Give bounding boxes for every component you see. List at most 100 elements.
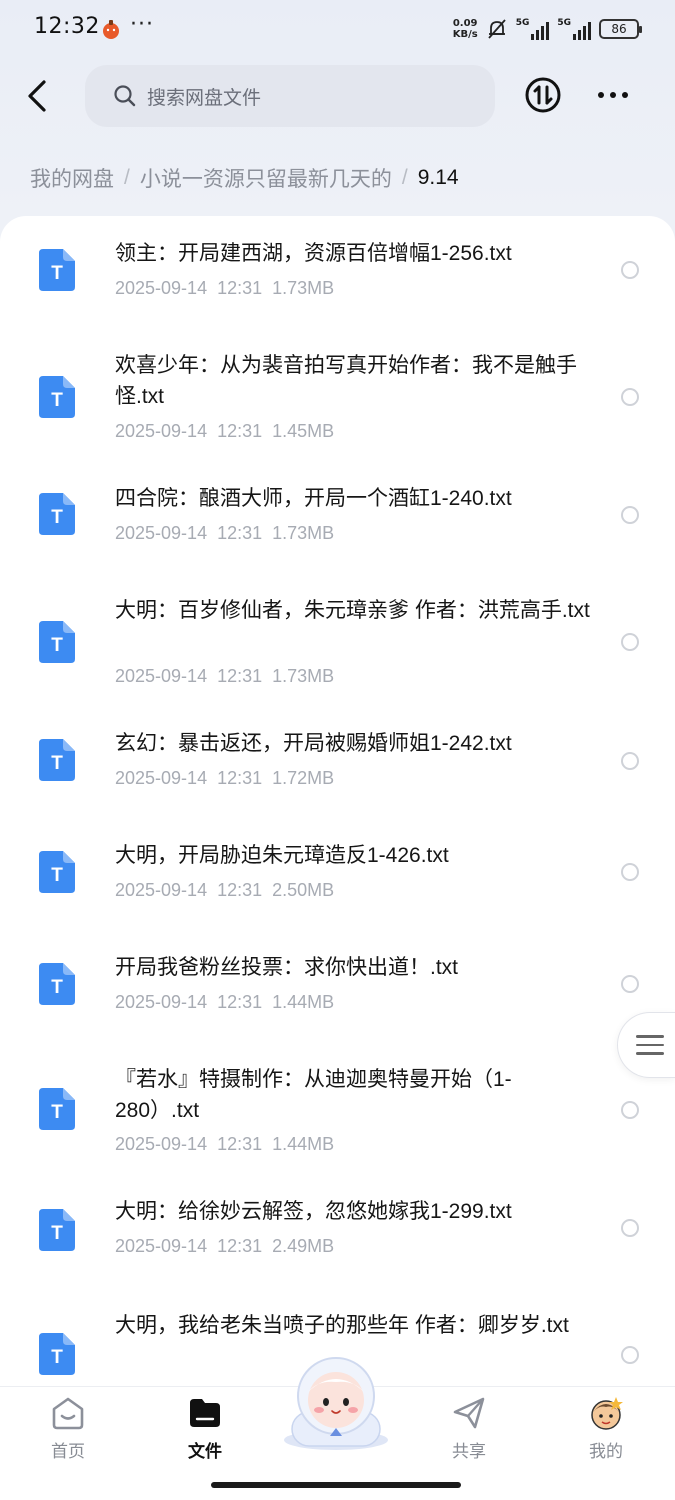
file-meta: 2025-09-14 12:31 2.49MB <box>115 1236 335 1256</box>
battery-indicator: 86 <box>599 19 642 39</box>
file-meta: 2025-09-14 12:31 1.73MB <box>115 666 335 686</box>
breadcrumb-separator: / <box>401 166 408 189</box>
paper-plane-icon <box>453 1397 485 1429</box>
file-name: 『若水』特摄制作：从迪迦奥特曼开始（1-280）.txt <box>115 1068 512 1122</box>
txt-file-icon: T <box>39 249 75 291</box>
nav-home-label: 首页 <box>51 1442 85 1461</box>
file-name: 欢喜少年：从为裴音拍写真开始作者：我不是触手怪.txt <box>115 354 577 408</box>
menu-line-icon <box>636 1043 664 1047</box>
ai-mascot-button[interactable] <box>274 1352 398 1452</box>
select-checkbox[interactable] <box>621 388 639 406</box>
status-time: 12:32 <box>34 14 100 39</box>
txt-file-icon: T <box>39 376 75 418</box>
back-arrow-icon[interactable] <box>20 76 56 116</box>
menu-line-icon <box>636 1052 664 1055</box>
side-menu-handle[interactable] <box>617 1012 675 1078</box>
file-row[interactable]: T 玄幻：暴击返还，开局被赐婚师姐1-242.txt 2025-09-14 12… <box>0 696 675 806</box>
search-input[interactable]: 搜索网盘文件 <box>85 65 495 127</box>
app-notification-icon <box>103 20 119 39</box>
svg-text:T: T <box>51 263 63 284</box>
svg-text:T: T <box>51 507 63 528</box>
svg-text:T: T <box>51 753 63 774</box>
file-meta: 2025-09-14 12:31 1.44MB <box>115 1134 335 1154</box>
select-checkbox[interactable] <box>621 975 639 993</box>
file-name: 四合院：酿酒大师，开局一个酒缸1-240.txt <box>115 487 512 510</box>
file-name: 大明：百岁修仙者，朱元璋亲爹 作者：洪荒高手.txt <box>115 599 590 622</box>
breadcrumb-root[interactable]: 我的网盘 <box>30 163 114 193</box>
nav-files[interactable]: 文件 <box>155 1387 255 1477</box>
transfer-list-icon[interactable] <box>524 76 562 114</box>
file-meta: 2025-09-14 12:31 1.45MB <box>115 421 335 441</box>
select-checkbox[interactable] <box>621 1101 639 1119</box>
nav-share[interactable]: 共享 <box>419 1387 519 1477</box>
menu-line-icon <box>636 1035 664 1038</box>
svg-text:T: T <box>51 635 63 656</box>
file-name: 大明，我给老朱当喷子的那些年 作者：卿岁岁.txt <box>115 1314 569 1337</box>
select-checkbox[interactable] <box>621 261 639 279</box>
file-meta: 2025-09-14 12:31 1.73MB <box>115 523 335 543</box>
search-icon <box>114 85 136 107</box>
status-right-group: 0.09 KB/s 5G 5G 86 <box>452 14 642 44</box>
home-smile-icon <box>52 1397 84 1430</box>
file-list: T 领主：开局建西湖，资源百倍增幅1-256.txt 2025-09-14 12… <box>0 216 675 1396</box>
signal-2-icon: 5G <box>557 18 591 40</box>
svg-text:T: T <box>51 1347 63 1368</box>
avatar-icon <box>591 1397 623 1430</box>
breadcrumb-separator: / <box>124 166 130 189</box>
folder-icon <box>190 1399 220 1427</box>
file-name: 开局我爸粉丝投票：求你快出道！.txt <box>115 956 459 979</box>
file-name: 大明，开局胁迫朱元璋造反1-426.txt <box>115 844 449 867</box>
file-row[interactable]: T 大明：给徐妙云解签，忽悠她嫁我1-299.txt 2025-09-14 12… <box>0 1166 675 1278</box>
nav-mine[interactable]: 我的 <box>556 1387 656 1477</box>
signal-1-icon: 5G <box>516 18 550 40</box>
breadcrumb-parent[interactable]: 小说一资源只留最新几天的 <box>140 163 392 193</box>
txt-file-icon: T <box>39 1088 75 1130</box>
file-row[interactable]: T 四合院：酿酒大师，开局一个酒缸1-240.txt 2025-09-14 12… <box>0 454 675 562</box>
nav-mine-label: 我的 <box>589 1442 623 1461</box>
mute-bell-icon <box>488 19 506 39</box>
file-meta: 2025-09-14 12:31 1.72MB <box>115 768 335 788</box>
file-row[interactable]: T 大明，开局胁迫朱元璋造反1-426.txt 2025-09-14 12:31… <box>0 806 675 918</box>
net-speed: 0.09 KB/s <box>452 18 478 40</box>
file-name: 玄幻：暴击返还，开局被赐婚师姐1-242.txt <box>115 732 512 755</box>
nav-share-label: 共享 <box>452 1442 486 1461</box>
file-name: 领主：开局建西湖，资源百倍增幅1-256.txt <box>115 242 512 265</box>
svg-text:T: T <box>51 865 63 886</box>
more-dot-icon <box>622 92 628 98</box>
txt-file-icon: T <box>39 1209 75 1251</box>
txt-file-icon: T <box>39 1333 75 1375</box>
status-more-dots: ··· <box>130 12 154 37</box>
txt-file-icon: T <box>39 739 75 781</box>
search-placeholder: 搜索网盘文件 <box>147 87 262 109</box>
svg-text:T: T <box>51 1223 63 1244</box>
home-indicator[interactable] <box>211 1482 461 1488</box>
svg-text:T: T <box>51 390 63 411</box>
nav-home[interactable]: 首页 <box>18 1387 118 1477</box>
txt-file-icon: T <box>39 963 75 1005</box>
file-row[interactable]: T 『若水』特摄制作：从迪迦奥特曼开始（1-280）.txt 2025-09-1… <box>0 1030 675 1166</box>
txt-file-icon: T <box>39 621 75 663</box>
txt-file-icon: T <box>39 851 75 893</box>
file-row[interactable]: T 领主：开局建西湖，资源百倍增幅1-256.txt 2025-09-14 12… <box>0 216 675 324</box>
nav-files-label: 文件 <box>188 1442 222 1461</box>
file-meta: 2025-09-14 12:31 2.50MB <box>115 880 335 900</box>
select-checkbox[interactable] <box>621 752 639 770</box>
file-row[interactable]: T 开局我爸粉丝投票：求你快出道！.txt 2025-09-14 12:31 1… <box>0 918 675 1030</box>
svg-text:T: T <box>51 977 63 998</box>
more-dot-icon <box>598 92 604 98</box>
select-checkbox[interactable] <box>621 506 639 524</box>
svg-text:T: T <box>51 1102 63 1123</box>
header: 搜索网盘文件 <box>0 64 675 128</box>
select-checkbox[interactable] <box>621 1219 639 1237</box>
breadcrumb-current: 9.14 <box>417 166 459 189</box>
file-row[interactable]: T 大明：百岁修仙者，朱元璋亲爹 作者：洪荒高手.txt 2025-09-14 … <box>0 562 675 696</box>
more-dot-icon <box>610 92 616 98</box>
select-checkbox[interactable] <box>621 863 639 881</box>
select-checkbox[interactable] <box>621 1346 639 1364</box>
file-row[interactable]: T 欢喜少年：从为裴音拍写真开始作者：我不是触手怪.txt 2025-09-14… <box>0 324 675 454</box>
file-meta: 2025-09-14 12:31 1.73MB <box>115 278 335 298</box>
txt-file-icon: T <box>39 493 75 535</box>
more-options-button[interactable] <box>590 80 636 110</box>
breadcrumb: 我的网盘 / 小说一资源只留最新几天的 / 9.14 <box>30 160 459 196</box>
select-checkbox[interactable] <box>621 633 639 651</box>
